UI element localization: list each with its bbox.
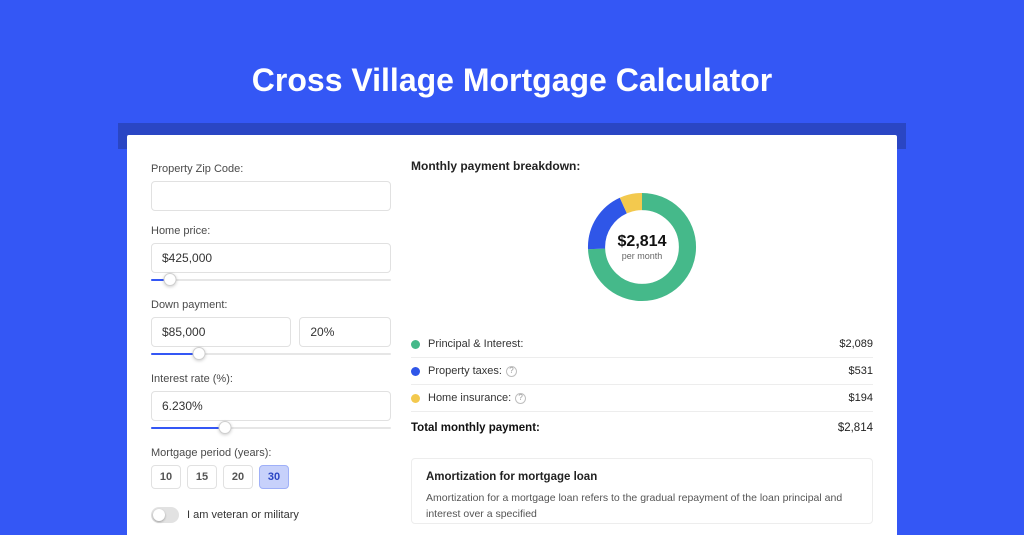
legend-label: Principal & Interest: xyxy=(428,338,839,350)
home-price-slider[interactable] xyxy=(151,275,391,285)
amortization-box: Amortization for mortgage loan Amortizat… xyxy=(411,458,873,524)
total-value: $2,814 xyxy=(838,422,873,434)
home-price-label: Home price: xyxy=(151,225,391,237)
page-title: Cross Village Mortgage Calculator xyxy=(0,0,1024,123)
down-payment-label: Down payment: xyxy=(151,299,391,311)
info-icon[interactable]: ? xyxy=(506,366,517,377)
down-payment-percent-input[interactable] xyxy=(299,317,391,347)
legend-value: $531 xyxy=(849,365,873,377)
mortgage-period-group: 10152030 xyxy=(151,465,391,489)
down-payment-amount-input[interactable] xyxy=(151,317,291,347)
zip-label: Property Zip Code: xyxy=(151,163,391,175)
amortization-text: Amortization for a mortgage loan refers … xyxy=(426,491,858,523)
mortgage-period-label: Mortgage period (years): xyxy=(151,447,391,459)
home-price-input[interactable] xyxy=(151,243,391,273)
donut-sublabel: per month xyxy=(618,251,667,261)
legend-dot xyxy=(411,394,420,403)
legend-dot xyxy=(411,367,420,376)
inputs-panel: Property Zip Code: Home price: Down paym… xyxy=(151,159,391,535)
legend-label: Home insurance:? xyxy=(428,392,849,404)
donut-chart: $2,814 per month xyxy=(411,173,873,325)
veteran-toggle[interactable] xyxy=(151,507,179,523)
period-option-10[interactable]: 10 xyxy=(151,465,181,489)
legend-row: Home insurance:?$194 xyxy=(411,385,873,411)
legend: Principal & Interest:$2,089Property taxe… xyxy=(411,331,873,411)
legend-dot xyxy=(411,340,420,349)
slider-thumb[interactable] xyxy=(193,347,206,360)
interest-rate-slider[interactable] xyxy=(151,423,391,433)
slider-thumb[interactable] xyxy=(219,421,232,434)
info-icon[interactable]: ? xyxy=(515,393,526,404)
legend-label: Property taxes:? xyxy=(428,365,849,377)
breakdown-title: Monthly payment breakdown: xyxy=(411,159,873,173)
amortization-title: Amortization for mortgage loan xyxy=(426,471,858,483)
legend-value: $2,089 xyxy=(839,338,873,350)
donut-amount: $2,814 xyxy=(618,233,667,251)
interest-rate-input[interactable] xyxy=(151,391,391,421)
calculator-card: Property Zip Code: Home price: Down paym… xyxy=(127,135,897,535)
legend-row: Principal & Interest:$2,089 xyxy=(411,331,873,357)
legend-value: $194 xyxy=(849,392,873,404)
down-payment-slider[interactable] xyxy=(151,349,391,359)
interest-rate-label: Interest rate (%): xyxy=(151,373,391,385)
veteran-label: I am veteran or military xyxy=(187,509,299,521)
zip-input[interactable] xyxy=(151,181,391,211)
breakdown-panel: Monthly payment breakdown: $2,814 per mo… xyxy=(411,159,873,535)
legend-row: Property taxes:?$531 xyxy=(411,358,873,384)
period-option-15[interactable]: 15 xyxy=(187,465,217,489)
slider-thumb[interactable] xyxy=(164,273,177,286)
period-option-20[interactable]: 20 xyxy=(223,465,253,489)
period-option-30[interactable]: 30 xyxy=(259,465,289,489)
total-label: Total monthly payment: xyxy=(411,422,838,434)
